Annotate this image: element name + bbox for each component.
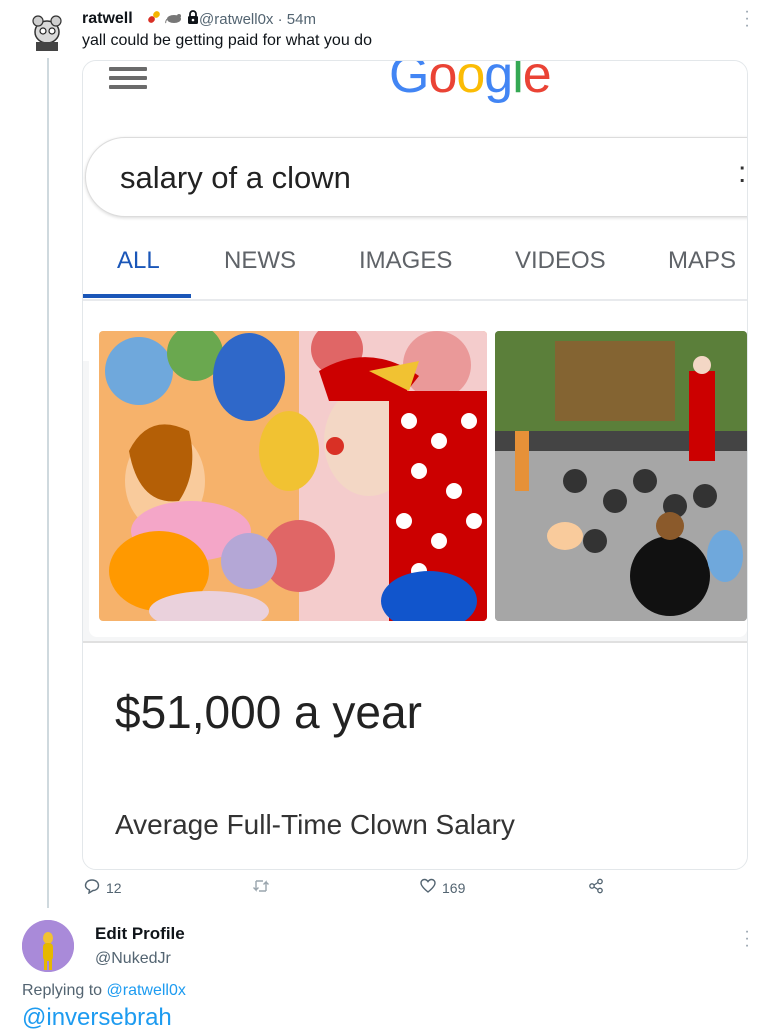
more-dots-icon[interactable]: · · · [742, 4, 752, 34]
like-action[interactable]: 169 [420, 878, 465, 897]
tab-videos: VIDEOS [515, 247, 606, 274]
like-count: 169 [442, 879, 466, 896]
reply-action[interactable]: 12 [84, 878, 122, 897]
google-logo: Google [389, 60, 552, 104]
tabs-divider [83, 299, 747, 301]
author-badges [146, 9, 200, 29]
share-action[interactable] [588, 878, 604, 897]
search-box: salary of a clown : [85, 137, 747, 217]
google-header: Google salary of a clown : ALL NEWS IMAG… [83, 61, 747, 361]
reply-count: 12 [106, 879, 122, 896]
lock-icon [186, 9, 200, 29]
tab-all: ALL [117, 247, 160, 274]
clown-party-photo [99, 331, 487, 621]
tweet-media-image[interactable]: Google salary of a clown : ALL NEWS IMAG… [82, 60, 748, 870]
replying-to: Replying to @ratwell0x [22, 982, 186, 999]
tab-maps: MAPS [668, 247, 737, 274]
salary-result-card: $51,000 a year Average Full-Time Clown S… [83, 641, 747, 869]
pill-emoji-icon [146, 9, 162, 29]
search-query: salary of a clown [120, 160, 351, 195]
tweet-time: 54m [286, 11, 316, 28]
tab-images: IMAGES [359, 247, 453, 274]
rat-emoji-icon [165, 10, 183, 28]
search-more-icon: : [738, 156, 747, 189]
author-handle[interactable]: @ratwell0x · 54m [199, 11, 316, 28]
reply-author-handle[interactable]: @NukedJr [95, 950, 171, 968]
tab-news: NEWS [224, 247, 296, 274]
salary-amount: $51,000 a year [115, 686, 422, 738]
active-tab-indicator [83, 294, 191, 298]
heart-icon [420, 878, 436, 897]
clown-park-photo [495, 331, 747, 621]
salary-caption: Average Full-Time Clown Salary [115, 809, 515, 840]
more-dots-icon[interactable]: · · · [742, 924, 752, 954]
reply-text-mention[interactable]: @inversebrah [22, 1004, 172, 1032]
replying-to-mention[interactable]: @ratwell0x [107, 982, 186, 999]
reply-author-avatar[interactable] [22, 920, 74, 972]
tweet-text: yall could be getting paid for what you … [82, 32, 372, 49]
reply-icon [84, 878, 100, 897]
author-avatar[interactable] [26, 12, 68, 54]
share-icon [588, 878, 604, 897]
retweet-action[interactable] [252, 878, 276, 897]
hamburger-menu-icon [109, 67, 147, 89]
author-name[interactable]: ratwell [82, 10, 133, 28]
thread-line [47, 58, 49, 908]
reply-author-name[interactable]: Edit Profile [95, 924, 185, 944]
retweet-icon [252, 878, 270, 897]
